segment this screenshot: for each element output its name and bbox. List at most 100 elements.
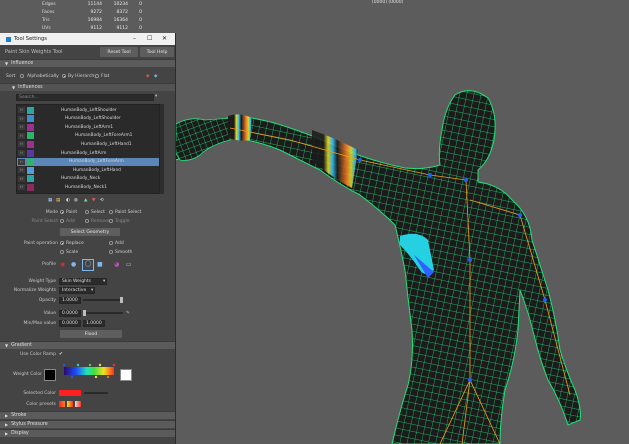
- influence-section-header[interactable]: ▼ Influence: [0, 59, 175, 67]
- influence-list-item[interactable]: H HumanBody_LeftForeArm1: [17, 132, 159, 140]
- gaussian-brush-icon[interactable]: ◉: [60, 261, 65, 268]
- opacity-field[interactable]: 1.0000: [59, 296, 81, 304]
- hold-lock-toggle[interactable]: H: [18, 184, 25, 191]
- window-titlebar[interactable]: Tool Settings – ☐ ✕: [0, 33, 175, 45]
- tool-help-button[interactable]: Tool Help: [140, 47, 174, 57]
- stroke-section-header[interactable]: ▶ Stroke: [0, 411, 175, 419]
- value-slider[interactable]: [83, 312, 123, 314]
- mode-paint-radio[interactable]: [60, 210, 64, 214]
- normalize-weights-dropdown[interactable]: Interactive: [59, 286, 95, 294]
- mode-select-radio[interactable]: [85, 210, 89, 214]
- square-brush-icon[interactable]: ■: [97, 261, 103, 268]
- paint-select-remove-radio[interactable]: [85, 219, 89, 223]
- sort-option-label: By Hierarchy: [68, 73, 97, 79]
- paint-op-replace-radio[interactable]: [60, 241, 64, 245]
- stat-value: 0: [139, 25, 142, 31]
- influence-list-item[interactable]: H HumanBody_LeftForeArm: [17, 157, 159, 166]
- tool-settings-window[interactable]: Tool Settings – ☐ ✕ Paint Skin Weights T…: [0, 33, 176, 444]
- high-weight-color-swatch[interactable]: [120, 369, 132, 381]
- flood-button[interactable]: Flood: [60, 330, 122, 338]
- maximize-button[interactable]: ☐: [147, 35, 152, 42]
- soft-brush-icon[interactable]: ●: [71, 261, 76, 268]
- copy-weights-icon[interactable]: ▦: [48, 198, 52, 203]
- influence-list-item[interactable]: H HumanBody_Neck1: [17, 183, 159, 191]
- hold-lock-toggle[interactable]: H: [18, 124, 25, 131]
- influence-color-swatch[interactable]: [27, 166, 34, 174]
- reset-tool-button[interactable]: Reset Tool: [100, 47, 138, 57]
- influence-list-item[interactable]: H HumanBody_LeftHand: [17, 166, 159, 174]
- gradient-section-header[interactable]: ▼ Gradient: [0, 341, 175, 349]
- influence-color-swatch[interactable]: [27, 132, 34, 140]
- color-preset-1[interactable]: [59, 401, 65, 407]
- hold-lock-toggle[interactable]: H: [18, 150, 25, 156]
- color-preset-3[interactable]: [75, 401, 81, 407]
- influence-list-scrollbar[interactable]: [160, 104, 164, 194]
- influence-color-swatch[interactable]: [27, 106, 34, 114]
- influence-color-swatch[interactable]: [27, 149, 34, 157]
- low-weight-color-swatch[interactable]: [44, 369, 56, 381]
- flood-icon[interactable]: ◐: [66, 198, 70, 203]
- paint-op-smooth-radio[interactable]: [109, 250, 113, 254]
- hold-lock-toggle[interactable]: H: [18, 107, 25, 113]
- hold-lock-toggle[interactable]: H: [18, 175, 25, 182]
- influence-color-swatch[interactable]: [27, 140, 34, 148]
- hold-lock-toggle[interactable]: H: [18, 132, 25, 139]
- min-value-field[interactable]: 0.0000: [59, 319, 81, 327]
- sort-alpha-radio[interactable]: [20, 74, 24, 78]
- hold-icon[interactable]: ◍: [74, 198, 78, 203]
- max-value-field[interactable]: 1.0000: [83, 319, 105, 327]
- influence-color-swatch[interactable]: [27, 123, 34, 131]
- paint-select-toggle-radio[interactable]: [109, 219, 113, 223]
- influence-list[interactable]: H HumanBody_LeftShoulder H HumanBody_LeftSh…: [16, 104, 160, 194]
- value-slider-handle[interactable]: [83, 310, 86, 316]
- opacity-slider[interactable]: [83, 299, 123, 301]
- solid-brush-icon[interactable]: ◯: [82, 259, 94, 271]
- sort-options-icon[interactable]: ◆: [154, 74, 157, 79]
- influence-list-item[interactable]: H HumanBody_LeftShoulder: [17, 115, 159, 123]
- influence-color-swatch[interactable]: [27, 183, 34, 191]
- paint-op-scale-radio[interactable]: [60, 250, 64, 254]
- hold-lock-toggle[interactable]: H: [18, 141, 25, 148]
- sort-hierarchy-radio[interactable]: [62, 74, 66, 78]
- influences-subsection-header[interactable]: ▼ Influences: [0, 83, 175, 91]
- influence-list-item[interactable]: H HumanBody_LeftArm: [17, 149, 159, 157]
- close-button[interactable]: ✕: [162, 35, 167, 42]
- use-color-ramp-checkbox[interactable]: ✔: [59, 352, 63, 357]
- sort-flat-radio[interactable]: [95, 74, 99, 78]
- influence-color-swatch[interactable]: [27, 115, 34, 123]
- search-dropdown-icon[interactable]: ▾: [155, 94, 157, 99]
- remove-influence-icon[interactable]: ▼: [92, 198, 95, 203]
- select-geometry-button[interactable]: Select Geometry: [60, 228, 120, 236]
- influence-list-item[interactable]: H HumanBody_Neck: [17, 175, 159, 183]
- image-brush-icon[interactable]: ◕: [114, 261, 119, 268]
- influence-search-input[interactable]: Search...: [16, 94, 154, 101]
- opacity-slider-handle[interactable]: [120, 297, 123, 303]
- influence-color-swatch[interactable]: [27, 158, 34, 166]
- minimize-button[interactable]: –: [133, 35, 136, 42]
- paste-weights-icon[interactable]: ▤: [56, 198, 60, 203]
- influence-color-swatch[interactable]: [27, 175, 34, 183]
- display-section-header[interactable]: ▶ Display: [0, 429, 175, 437]
- value-field[interactable]: 0.0000: [59, 309, 81, 317]
- weight-type-dropdown[interactable]: Skin Weights: [59, 277, 107, 285]
- paint-op-add-radio[interactable]: [109, 241, 113, 245]
- add-influence-icon[interactable]: ▲: [84, 198, 87, 203]
- eyedropper-icon[interactable]: ✎: [126, 311, 130, 316]
- browse-folder-icon[interactable]: ▭: [126, 261, 132, 268]
- hold-lock-toggle[interactable]: H: [18, 167, 25, 174]
- mode-paint-select-radio[interactable]: [109, 210, 113, 214]
- paint-select-add-radio[interactable]: [60, 219, 64, 223]
- stylus-pressure-section-header[interactable]: ▶ Stylus Pressure: [0, 420, 175, 428]
- color-preset-2[interactable]: [67, 401, 73, 407]
- weight-type-label: Weight Type: [28, 278, 56, 284]
- selected-color-swatch[interactable]: [59, 390, 81, 396]
- selected-color-slider[interactable]: [84, 392, 108, 394]
- hold-lock-toggle[interactable]: H: [18, 158, 25, 165]
- hold-lock-toggle[interactable]: H: [18, 115, 25, 122]
- toggle-hold-icon[interactable]: ⟲: [100, 198, 104, 203]
- influence-list-item[interactable]: H HumanBody_LeftArm1: [17, 123, 159, 131]
- influence-list-item[interactable]: H HumanBody_LeftShoulder: [17, 106, 159, 114]
- sort-toggle-icon[interactable]: ◆: [146, 74, 149, 79]
- influence-list-item[interactable]: H HumanBody_LeftHand1: [17, 140, 159, 148]
- weight-color-ramp[interactable]: [62, 362, 116, 380]
